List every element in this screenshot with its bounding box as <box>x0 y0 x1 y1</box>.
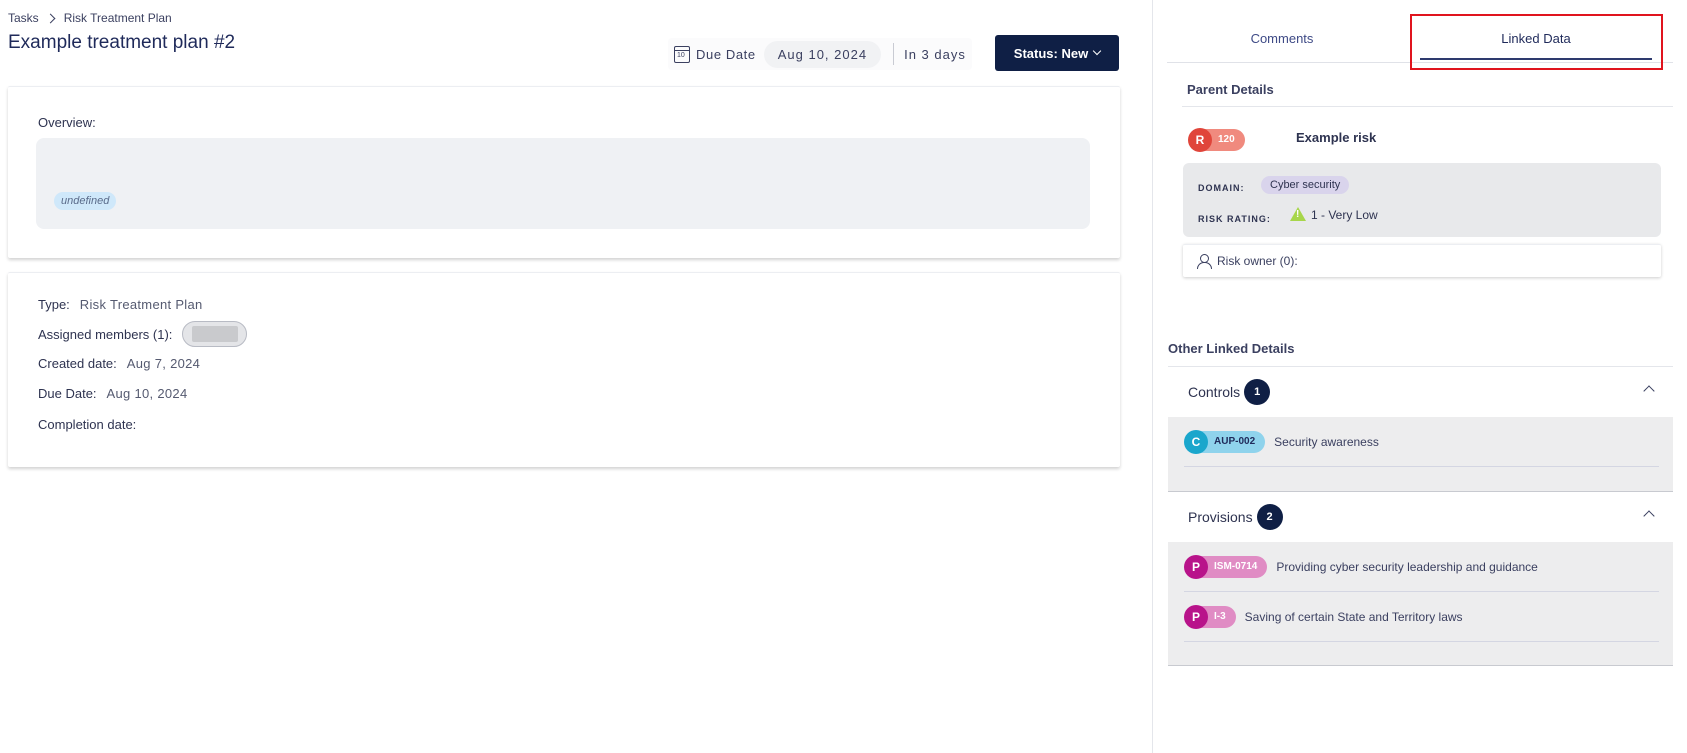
provision-item[interactable]: P ISM-0714 Providing cyber security lead… <box>1184 542 1659 592</box>
divider <box>1182 106 1673 107</box>
status-label: Status: New <box>1013 45 1089 61</box>
breadcrumb: Tasks Risk Treatment Plan <box>8 11 172 25</box>
calendar-icon <box>674 45 690 63</box>
provision-code: ISM-0714 <box>1198 555 1268 578</box>
controls-list: C AUP-002 Security awareness <box>1168 417 1673 492</box>
created-row: Created date: Aug 7, 2024 <box>38 356 200 371</box>
control-name: Security awareness <box>1274 434 1379 449</box>
risk-name-link[interactable]: Example risk <box>1296 130 1376 145</box>
other-linked-title: Other Linked Details <box>1168 341 1295 356</box>
provision-name: Providing cyber security leadership and … <box>1276 559 1538 574</box>
control-letter: C <box>1184 429 1208 454</box>
domain-chip: Cyber security <box>1261 176 1350 194</box>
due-date-label: Due Date <box>696 46 756 62</box>
provision-badge: P I-3 <box>1184 604 1236 629</box>
breadcrumb-current: Risk Treatment Plan <box>63 11 172 25</box>
highlight-box <box>1410 14 1663 70</box>
control-item[interactable]: C AUP-002 Security awareness <box>1184 417 1659 467</box>
status-dropdown-button[interactable]: Status: New <box>995 35 1119 71</box>
domain-label: DOMAIN: <box>1198 183 1245 193</box>
risk-info-box: DOMAIN: Cyber security RISK RATING: 1 - … <box>1183 163 1661 237</box>
type-value: Risk Treatment Plan <box>79 297 203 312</box>
provision-letter: P <box>1184 554 1208 579</box>
risk-rating-label: RISK RATING: <box>1198 214 1271 224</box>
member-redacted <box>191 326 238 342</box>
provision-letter: P <box>1184 604 1208 629</box>
members-label: Assigned members (1): <box>38 326 173 342</box>
controls-label: Controls <box>1188 384 1241 400</box>
task-detail-panel: Tasks Risk Treatment Plan Example treatm… <box>0 0 1150 753</box>
type-label: Type: <box>38 297 70 312</box>
due-row: Due Date: Aug 10, 2024 <box>38 386 188 401</box>
provision-item[interactable]: P I-3 Saving of certain State and Territ… <box>1184 592 1659 642</box>
due-date-picker[interactable]: Aug 10, 2024 <box>763 40 882 68</box>
provisions-count-badge: 2 <box>1256 504 1283 530</box>
created-value: Aug 7, 2024 <box>126 356 201 371</box>
controls-section-header[interactable]: Controls 1 <box>1168 367 1673 417</box>
panel-divider <box>1152 0 1153 753</box>
control-code: AUP-002 <box>1198 430 1266 453</box>
due-label: Due Date: <box>38 386 97 401</box>
provisions-label: Provisions <box>1188 509 1253 525</box>
provisions-list: P ISM-0714 Providing cyber security lead… <box>1168 542 1673 666</box>
overview-text-area[interactable]: undefined <box>36 138 1090 229</box>
member-avatar-chip[interactable] <box>182 321 248 347</box>
chevron-up-icon[interactable] <box>1643 385 1655 397</box>
controls-count-badge: 1 <box>1244 379 1271 405</box>
members-row: Assigned members (1): <box>38 321 248 347</box>
control-badge: C AUP-002 <box>1184 429 1266 454</box>
chevron-up-icon[interactable] <box>1643 510 1655 522</box>
divider <box>893 43 895 65</box>
provisions-section-header[interactable]: Provisions 2 <box>1168 492 1673 542</box>
risk-rating-value: 1 - Very Low <box>1311 208 1378 222</box>
risk-letter: R <box>1188 128 1212 152</box>
details-card: Type: Risk Treatment Plan Assigned membe… <box>8 272 1120 467</box>
page-title: Example treatment plan #2 <box>8 32 236 53</box>
overview-chip: undefined <box>54 192 117 210</box>
provision-name: Saving of certain State and Territory la… <box>1244 609 1463 624</box>
overview-card: Overview: undefined <box>8 86 1120 258</box>
risk-owner-row[interactable]: Risk owner (0): <box>1183 244 1661 277</box>
completion-row: Completion date: <box>38 417 136 432</box>
due-relative-text: In 3 days <box>904 46 966 62</box>
due-date-widget: Due Date Aug 10, 2024 In 3 days <box>668 38 972 70</box>
chevron-down-icon <box>1092 46 1102 56</box>
warning-icon <box>1290 207 1306 221</box>
breadcrumb-tasks-link[interactable]: Tasks <box>8 11 39 25</box>
overview-label: Overview: <box>38 115 96 130</box>
person-icon <box>1197 254 1212 269</box>
risk-owner-label: Risk owner (0): <box>1217 254 1298 268</box>
completion-label: Completion date: <box>38 417 137 432</box>
provision-badge: P ISM-0714 <box>1184 554 1268 579</box>
parent-details-title: Parent Details <box>1187 82 1274 97</box>
tab-comments[interactable]: Comments <box>1167 14 1397 62</box>
due-value: Aug 10, 2024 <box>106 386 188 401</box>
created-label: Created date: <box>38 356 117 371</box>
risk-badge[interactable]: R 120 <box>1188 128 1245 152</box>
type-row: Type: Risk Treatment Plan <box>38 297 203 312</box>
chevron-right-icon <box>45 13 56 23</box>
